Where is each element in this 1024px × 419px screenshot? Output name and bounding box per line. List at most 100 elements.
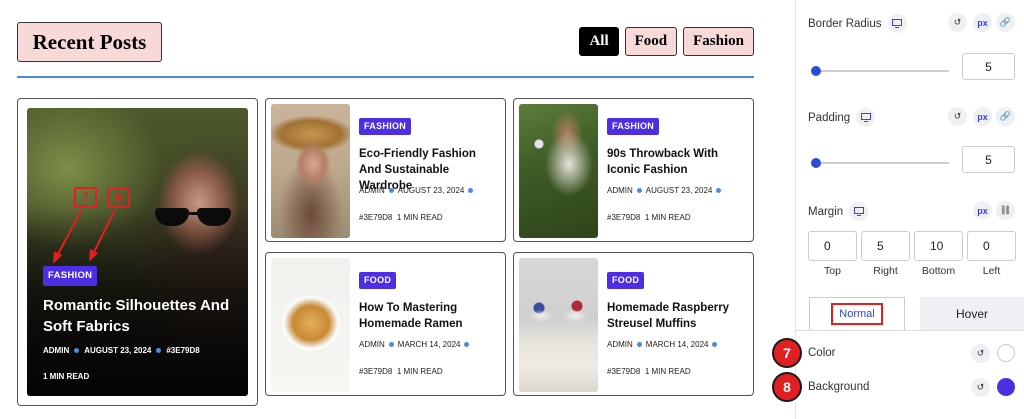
post-card[interactable]: FOOD How To Mastering Homemade Ramen ADM… xyxy=(265,252,506,396)
color-label: Color xyxy=(808,347,836,359)
post-author[interactable]: ADMIN xyxy=(359,186,385,195)
post-read-time: 1 MIN READ xyxy=(396,213,443,222)
post-grid-preview: Recent Posts All Food Fashion 7 8 FASHIO… xyxy=(0,0,795,419)
meta-separator-dot xyxy=(388,342,394,347)
margin-bottom-input[interactable]: 10 xyxy=(914,231,963,261)
reset-icon[interactable]: ↺ xyxy=(971,344,990,363)
padding-input[interactable]: 5 xyxy=(962,146,1015,173)
post-author[interactable]: ADMIN xyxy=(607,340,633,349)
tab-normal[interactable]: Normal xyxy=(809,297,905,330)
post-read-time: 1 MIN READ xyxy=(644,213,691,222)
post-title[interactable]: 90s Throwback With Iconic Fashion xyxy=(607,146,747,178)
post-read-time: 1 MIN READ xyxy=(644,367,691,376)
post-meta: ADMIN MARCH 14, 2024 xyxy=(359,340,470,349)
responsive-device-icon[interactable] xyxy=(856,108,876,127)
filter-all-button[interactable]: All xyxy=(579,27,619,56)
background-swatch[interactable] xyxy=(997,378,1015,396)
margin-left-input[interactable]: 0 xyxy=(967,231,1016,261)
tabs-underline xyxy=(795,330,1024,331)
post-thumbnail xyxy=(271,104,350,238)
margin-top-input[interactable]: 0 xyxy=(808,231,857,261)
link-values-icon[interactable]: 🔗 xyxy=(996,107,1015,126)
post-meta: ADMIN AUGUST 23, 2024 xyxy=(607,186,722,195)
reset-icon[interactable]: ↺ xyxy=(948,13,967,32)
post-read-time: 1 MIN READ xyxy=(43,372,90,381)
meta-separator-dot xyxy=(464,342,470,347)
post-title[interactable]: How To Mastering Homemade Ramen xyxy=(359,300,499,332)
margin-top-caption: Top xyxy=(824,265,841,277)
annotation-box-8: 8 xyxy=(107,188,130,208)
post-tag[interactable]: #3E79D8 xyxy=(607,367,640,376)
slider-handle[interactable] xyxy=(811,158,821,168)
filter-food-button[interactable]: Food xyxy=(624,27,678,56)
post-read-time: 1 MIN READ xyxy=(396,367,443,376)
post-date: MARCH 14, 2024 xyxy=(645,340,709,349)
unit-selector[interactable]: px xyxy=(973,13,992,32)
post-author[interactable]: ADMIN xyxy=(607,186,633,195)
margin-right-input[interactable]: 5 xyxy=(861,231,910,261)
featured-post-card[interactable]: 7 8 FASHION Romantic Silhouettes And Sof… xyxy=(17,98,258,406)
featured-post-title[interactable]: Romantic Silhouettes And Soft Fabrics xyxy=(43,295,233,337)
post-date: AUGUST 23, 2024 xyxy=(84,346,152,355)
meta-separator-dot xyxy=(636,188,642,193)
step-marker-7: 7 xyxy=(772,338,802,368)
filter-fashion-button[interactable]: Fashion xyxy=(683,27,754,56)
post-meta: ADMIN AUGUST 23, 2024 xyxy=(359,186,474,195)
meta-separator-dot xyxy=(636,342,642,347)
post-date: AUGUST 23, 2024 xyxy=(397,186,465,195)
title-divider xyxy=(17,76,754,78)
post-category-badge[interactable]: FASHION xyxy=(359,118,412,135)
unit-selector[interactable]: px xyxy=(973,107,992,126)
featured-category-badge[interactable]: FASHION xyxy=(43,266,98,286)
post-tag-read: #3E79D8 1 MIN READ xyxy=(607,213,691,222)
post-date: AUGUST 23, 2024 xyxy=(645,186,713,195)
category-filters: All Food Fashion xyxy=(579,27,754,56)
post-card[interactable]: FOOD Homemade Raspberry Streusel Muffins… xyxy=(513,252,754,396)
post-card[interactable]: FASHION Eco-Friendly Fashion And Sustain… xyxy=(265,98,506,242)
post-title[interactable]: Homemade Raspberry Streusel Muffins xyxy=(607,300,747,332)
post-tag-read: #3E79D8 1 MIN READ xyxy=(607,367,691,376)
post-thumbnail xyxy=(519,104,598,238)
post-thumbnail xyxy=(519,258,598,392)
meta-separator-dot xyxy=(468,188,474,193)
reset-icon[interactable]: ↺ xyxy=(948,107,967,126)
reset-icon[interactable]: ↺ xyxy=(971,378,990,397)
post-author[interactable]: ADMIN xyxy=(359,340,385,349)
margin-bottom-caption: Bottom xyxy=(921,265,956,277)
background-label: Background xyxy=(808,381,870,393)
post-category-badge[interactable]: FASHION xyxy=(607,118,660,135)
meta-separator-dot xyxy=(716,188,722,193)
post-author[interactable]: ADMIN xyxy=(43,346,69,355)
post-tag[interactable]: #3E79D8 xyxy=(359,367,392,376)
margin-right-caption: Right xyxy=(873,265,898,277)
annotation-box-7: 7 xyxy=(74,187,97,207)
responsive-device-icon[interactable] xyxy=(887,14,907,33)
post-card[interactable]: FASHION 90s Throwback With Iconic Fashio… xyxy=(513,98,754,242)
tab-hover[interactable]: Hover xyxy=(920,297,1024,330)
padding-slider[interactable] xyxy=(811,158,949,168)
border-radius-input[interactable]: 5 xyxy=(962,53,1015,80)
post-category-badge[interactable]: FOOD xyxy=(607,272,645,289)
post-date: MARCH 14, 2024 xyxy=(397,340,461,349)
link-values-icon[interactable]: 🔗 xyxy=(996,13,1015,32)
meta-separator-dot xyxy=(74,348,80,353)
meta-separator-dot xyxy=(388,188,394,193)
slider-handle[interactable] xyxy=(811,66,821,76)
post-tag[interactable]: #3E79D8 xyxy=(359,213,392,222)
post-tag[interactable]: #3E79D8 xyxy=(607,213,640,222)
margin-label: Margin xyxy=(808,202,869,221)
responsive-device-icon[interactable] xyxy=(849,202,869,221)
post-thumbnail xyxy=(271,258,350,392)
padding-label: Padding xyxy=(808,108,876,127)
post-category-badge[interactable]: FOOD xyxy=(359,272,397,289)
step-marker-8: 8 xyxy=(772,372,802,402)
border-radius-slider[interactable] xyxy=(811,66,949,76)
border-radius-label: Border Radius xyxy=(808,14,907,33)
meta-separator-dot xyxy=(712,342,718,347)
unit-selector[interactable]: px xyxy=(973,201,992,220)
color-swatch[interactable] xyxy=(997,344,1015,362)
post-tag-read: #3E79D8 1 MIN READ xyxy=(359,367,443,376)
featured-post-image: 7 8 FASHION Romantic Silhouettes And Sof… xyxy=(27,108,248,396)
unlink-values-icon[interactable]: ⛓ xyxy=(996,201,1015,220)
post-tag[interactable]: #3E79D8 xyxy=(166,346,199,355)
